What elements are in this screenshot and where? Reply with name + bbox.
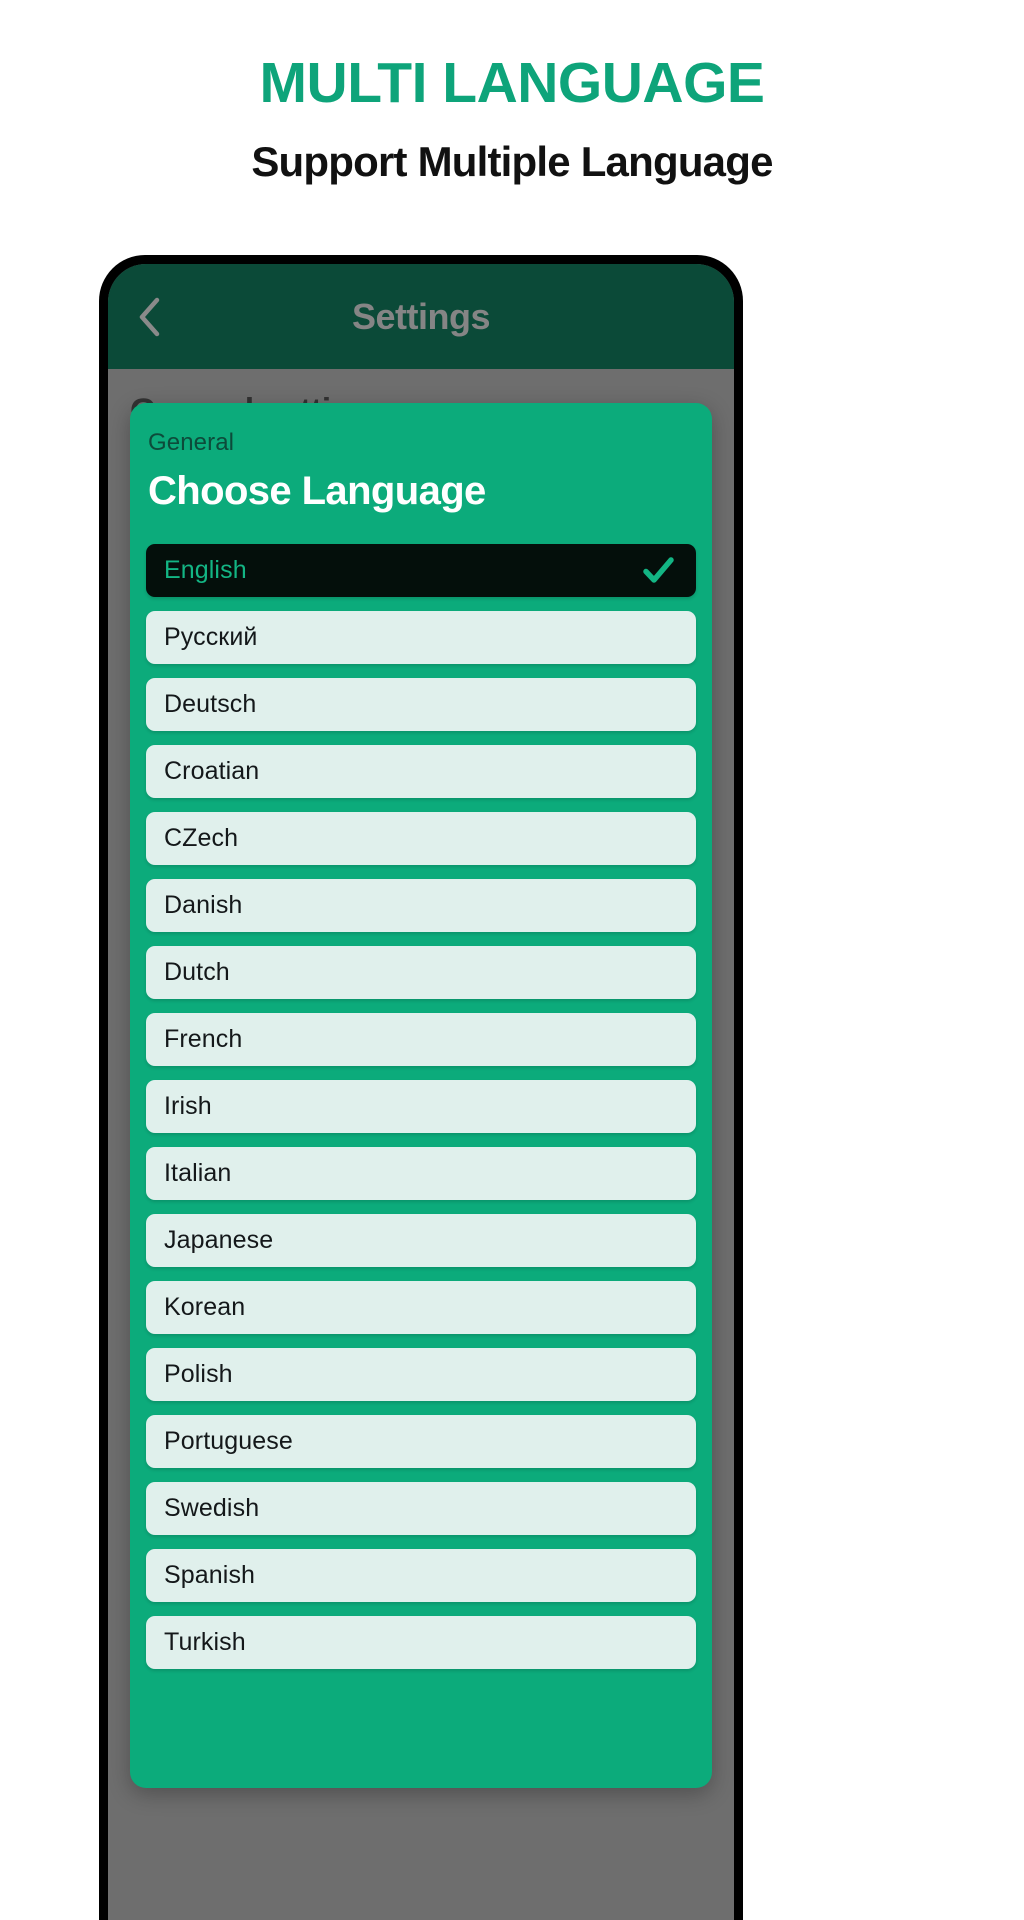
chevron-left-icon[interactable]: [126, 294, 172, 340]
language-option-label: Polish: [164, 1360, 233, 1388]
language-option-label: Croatian: [164, 757, 260, 785]
language-option[interactable]: Deutsch: [146, 678, 696, 731]
language-option-label: Spanish: [164, 1561, 256, 1589]
language-option-label: Deutsch: [164, 690, 257, 718]
language-option[interactable]: Danish: [146, 879, 696, 932]
app-bar: Settings: [108, 264, 734, 369]
language-option[interactable]: Polish: [146, 1348, 696, 1401]
language-option-label: Portuguese: [164, 1427, 293, 1455]
language-option[interactable]: French: [146, 1013, 696, 1066]
language-option-label: Русский: [164, 623, 258, 651]
language-option-label: Korean: [164, 1293, 246, 1321]
language-option-label: Swedish: [164, 1494, 260, 1522]
language-option[interactable]: Irish: [146, 1080, 696, 1133]
language-option[interactable]: Korean: [146, 1281, 696, 1334]
phone-screen: Settings General settings General Choose…: [108, 264, 734, 1920]
language-option[interactable]: Croatian: [146, 745, 696, 798]
language-option[interactable]: Spanish: [146, 1549, 696, 1602]
choose-language-dialog: General Choose Language English Русский De…: [130, 403, 712, 1788]
language-option-label: Italian: [164, 1159, 232, 1187]
page-title: Settings: [351, 295, 491, 337]
phone-frame: Settings General settings General Choose…: [99, 255, 743, 1920]
language-option[interactable]: Italian: [146, 1147, 696, 1200]
promo-header: MULTI LANGUAGE Support Multiple Language: [0, 0, 1024, 185]
language-option-label: French: [164, 1025, 243, 1053]
language-option[interactable]: Swedish: [146, 1482, 696, 1535]
check-icon: [640, 553, 676, 589]
language-option[interactable]: CZech: [146, 812, 696, 865]
language-option-label: Danish: [164, 891, 243, 919]
language-option[interactable]: Dutch: [146, 946, 696, 999]
language-option[interactable]: English: [146, 544, 696, 597]
language-option[interactable]: Japanese: [146, 1214, 696, 1267]
language-option-label: English: [164, 556, 247, 584]
language-option-label: CZech: [164, 824, 239, 852]
language-option-label: Irish: [164, 1092, 212, 1120]
promo-title: MULTI LANGUAGE: [259, 51, 765, 115]
language-option[interactable]: Turkish: [146, 1616, 696, 1669]
language-option-label: Turkish: [164, 1628, 246, 1656]
language-option-label: Japanese: [164, 1226, 274, 1254]
language-option-label: Dutch: [164, 958, 230, 986]
dialog-title: Choose Language: [148, 469, 486, 513]
promo-screenshot: MULTI LANGUAGE Support Multiple Language…: [0, 0, 1024, 1920]
language-option[interactable]: Portuguese: [146, 1415, 696, 1468]
dialog-eyebrow: General: [148, 429, 235, 456]
language-list[interactable]: English Русский Deutsch Croatian CZech Danish…: [146, 544, 696, 1669]
language-option[interactable]: Русский: [146, 611, 696, 664]
promo-subtitle: Support Multiple Language: [251, 137, 773, 185]
